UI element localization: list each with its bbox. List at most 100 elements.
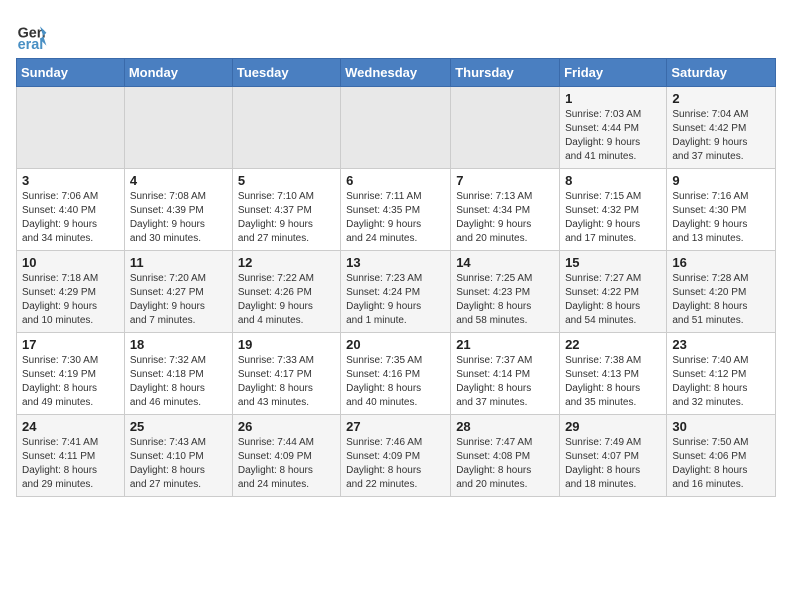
logo: Gen eral (16, 20, 52, 52)
calendar-cell: 11 Sunrise: 7:20 AM Sunset: 4:27 PM Dayli… (124, 251, 232, 333)
day-number: 9 (672, 173, 770, 188)
day-number: 12 (238, 255, 335, 270)
calendar-cell: 17Sunrise: 7:30 AM Sunset: 4:19 PM Dayli… (17, 333, 125, 415)
calendar-week-4: 17Sunrise: 7:30 AM Sunset: 4:19 PM Dayli… (17, 333, 776, 415)
day-info: Sunrise: 7:20 AM Sunset: 4:27 PM Dayligh… (130, 272, 227, 328)
day-header-tuesday: Tuesday (232, 59, 340, 87)
calendar-week-1: 1 Sunrise: 7:03 AM Sunset: 4:44 PM Daylig… (17, 87, 776, 169)
day-header-sunday: Sunday (17, 59, 125, 87)
calendar-cell: 28Sunrise: 7:47 AM Sunset: 4:08 PM Dayli… (451, 415, 560, 497)
day-info: Sunrise: 7:35 AM Sunset: 4:16 PM Dayligh… (346, 354, 445, 410)
calendar-cell: 19 Sunrise: 7:33 AM Sunset: 4:17 PM Dayli… (232, 333, 340, 415)
day-header-friday: Friday (560, 59, 667, 87)
calendar-cell (341, 87, 451, 169)
day-number: 22 (565, 337, 661, 352)
day-number: 11 (130, 255, 227, 270)
day-info: Sunrise: 7:03 AM Sunset: 4:44 PM Dayligh… (565, 108, 661, 164)
day-number: 1 (565, 91, 661, 106)
day-info: Sunrise: 7:41 AM Sunset: 4:11 PM Dayligh… (22, 436, 119, 492)
calendar-cell (232, 87, 340, 169)
day-info: Sunrise: 7:25 AM Sunset: 4:23 PM Dayligh… (456, 272, 554, 328)
header: Gen eral (16, 16, 776, 52)
calendar-cell: 14 Sunrise: 7:25 AM Sunset: 4:23 PM Dayli… (451, 251, 560, 333)
calendar-cell: 18Sunrise: 7:32 AM Sunset: 4:18 PM Dayli… (124, 333, 232, 415)
day-info: Sunrise: 7:13 AM Sunset: 4:34 PM Dayligh… (456, 190, 554, 246)
day-info: Sunrise: 7:43 AM Sunset: 4:10 PM Dayligh… (130, 436, 227, 492)
day-header-monday: Monday (124, 59, 232, 87)
calendar-cell: 1 Sunrise: 7:03 AM Sunset: 4:44 PM Daylig… (560, 87, 667, 169)
day-number: 2 (672, 91, 770, 106)
day-number: 20 (346, 337, 445, 352)
day-number: 4 (130, 173, 227, 188)
day-info: Sunrise: 7:46 AM Sunset: 4:09 PM Dayligh… (346, 436, 445, 492)
day-info: Sunrise: 7:18 AM Sunset: 4:29 PM Dayligh… (22, 272, 119, 328)
day-info: Sunrise: 7:38 AM Sunset: 4:13 PM Dayligh… (565, 354, 661, 410)
calendar-cell: 26Sunrise: 7:44 AM Sunset: 4:09 PM Dayli… (232, 415, 340, 497)
day-number: 6 (346, 173, 445, 188)
day-number: 30 (672, 419, 770, 434)
calendar-cell: 16Sunrise: 7:28 AM Sunset: 4:20 PM Dayli… (667, 251, 776, 333)
day-number: 27 (346, 419, 445, 434)
calendar-cell: 6 Sunrise: 7:11 AM Sunset: 4:35 PM Daylig… (341, 169, 451, 251)
day-number: 19 (238, 337, 335, 352)
day-info: Sunrise: 7:37 AM Sunset: 4:14 PM Dayligh… (456, 354, 554, 410)
day-number: 5 (238, 173, 335, 188)
day-info: Sunrise: 7:40 AM Sunset: 4:12 PM Dayligh… (672, 354, 770, 410)
day-info: Sunrise: 7:08 AM Sunset: 4:39 PM Dayligh… (130, 190, 227, 246)
day-number: 16 (672, 255, 770, 270)
day-info: Sunrise: 7:16 AM Sunset: 4:30 PM Dayligh… (672, 190, 770, 246)
day-info: Sunrise: 7:04 AM Sunset: 4:42 PM Dayligh… (672, 108, 770, 164)
calendar-cell: 10 Sunrise: 7:18 AM Sunset: 4:29 PM Dayli… (17, 251, 125, 333)
calendar-week-3: 10 Sunrise: 7:18 AM Sunset: 4:29 PM Dayli… (17, 251, 776, 333)
calendar-table: SundayMondayTuesdayWednesdayThursdayFrid… (16, 58, 776, 497)
day-number: 14 (456, 255, 554, 270)
day-number: 7 (456, 173, 554, 188)
day-info: Sunrise: 7:47 AM Sunset: 4:08 PM Dayligh… (456, 436, 554, 492)
day-header-thursday: Thursday (451, 59, 560, 87)
day-number: 17 (22, 337, 119, 352)
calendar-cell: 5 Sunrise: 7:10 AM Sunset: 4:37 PM Daylig… (232, 169, 340, 251)
calendar-cell: 15 Sunrise: 7:27 AM Sunset: 4:22 PM Dayli… (560, 251, 667, 333)
day-number: 10 (22, 255, 119, 270)
day-header-saturday: Saturday (667, 59, 776, 87)
day-info: Sunrise: 7:50 AM Sunset: 4:06 PM Dayligh… (672, 436, 770, 492)
day-info: Sunrise: 7:27 AM Sunset: 4:22 PM Dayligh… (565, 272, 661, 328)
calendar-cell: 24 Sunrise: 7:41 AM Sunset: 4:11 PM Dayli… (17, 415, 125, 497)
day-number: 29 (565, 419, 661, 434)
day-number: 18 (130, 337, 227, 352)
day-info: Sunrise: 7:49 AM Sunset: 4:07 PM Dayligh… (565, 436, 661, 492)
day-info: Sunrise: 7:10 AM Sunset: 4:37 PM Dayligh… (238, 190, 335, 246)
day-number: 26 (238, 419, 335, 434)
svg-text:eral: eral (18, 37, 44, 52)
day-number: 8 (565, 173, 661, 188)
calendar-week-5: 24 Sunrise: 7:41 AM Sunset: 4:11 PM Dayli… (17, 415, 776, 497)
calendar-cell: 4 Sunrise: 7:08 AM Sunset: 4:39 PM Daylig… (124, 169, 232, 251)
day-number: 13 (346, 255, 445, 270)
calendar-cell: 30 Sunrise: 7:50 AM Sunset: 4:06 PM Dayli… (667, 415, 776, 497)
calendar-cell: 29 Sunrise: 7:49 AM Sunset: 4:07 PM Dayli… (560, 415, 667, 497)
calendar-body: 1 Sunrise: 7:03 AM Sunset: 4:44 PM Daylig… (17, 87, 776, 497)
day-number: 21 (456, 337, 554, 352)
day-info: Sunrise: 7:11 AM Sunset: 4:35 PM Dayligh… (346, 190, 445, 246)
calendar-cell: 3Sunrise: 7:06 AM Sunset: 4:40 PM Daylig… (17, 169, 125, 251)
logo-icon: Gen eral (16, 20, 48, 52)
calendar-cell (451, 87, 560, 169)
calendar-cell: 9 Sunrise: 7:16 AM Sunset: 4:30 PM Daylig… (667, 169, 776, 251)
calendar-cell (124, 87, 232, 169)
calendar-cell: 21 Sunrise: 7:37 AM Sunset: 4:14 PM Dayli… (451, 333, 560, 415)
calendar-cell: 25 Sunrise: 7:43 AM Sunset: 4:10 PM Dayli… (124, 415, 232, 497)
day-number: 15 (565, 255, 661, 270)
day-info: Sunrise: 7:33 AM Sunset: 4:17 PM Dayligh… (238, 354, 335, 410)
calendar-cell (17, 87, 125, 169)
calendar-cell: 23 Sunrise: 7:40 AM Sunset: 4:12 PM Dayli… (667, 333, 776, 415)
day-info: Sunrise: 7:22 AM Sunset: 4:26 PM Dayligh… (238, 272, 335, 328)
day-info: Sunrise: 7:15 AM Sunset: 4:32 PM Dayligh… (565, 190, 661, 246)
calendar-cell: 27 Sunrise: 7:46 AM Sunset: 4:09 PM Dayli… (341, 415, 451, 497)
day-number: 25 (130, 419, 227, 434)
calendar-cell: 13Sunrise: 7:23 AM Sunset: 4:24 PM Dayli… (341, 251, 451, 333)
calendar-week-2: 3Sunrise: 7:06 AM Sunset: 4:40 PM Daylig… (17, 169, 776, 251)
day-number: 23 (672, 337, 770, 352)
calendar-header-row: SundayMondayTuesdayWednesdayThursdayFrid… (17, 59, 776, 87)
calendar-cell: 2 Sunrise: 7:04 AM Sunset: 4:42 PM Daylig… (667, 87, 776, 169)
day-number: 24 (22, 419, 119, 434)
